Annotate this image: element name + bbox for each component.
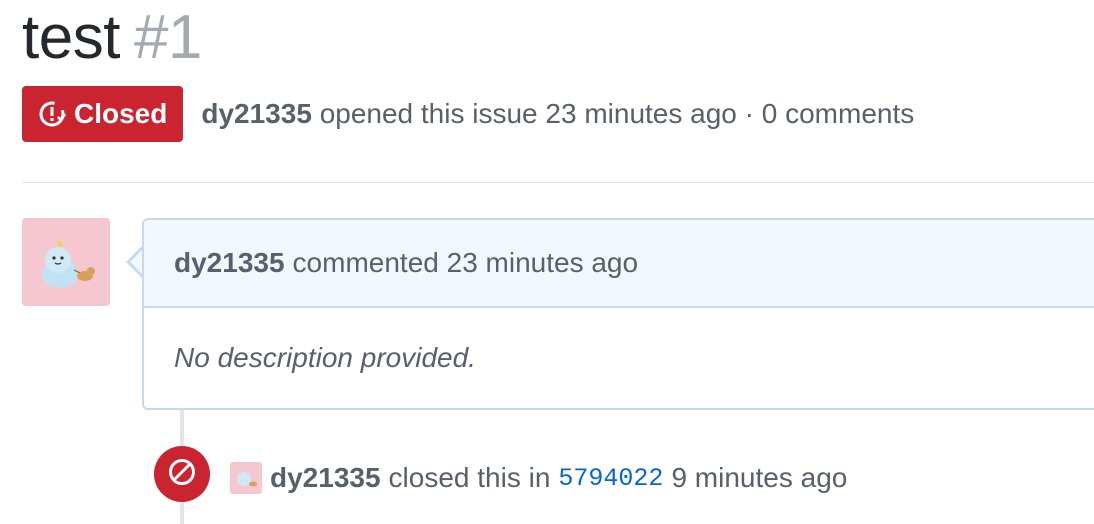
issue-page: test #1 Closed dy21335 opened this issue … — [0, 0, 1094, 524]
issue-number: #1 — [133, 3, 202, 72]
event-time-text: 9 minutes ago — [671, 462, 848, 493]
comment-header: dy21335 commented 23 minutes ago — [144, 220, 1094, 308]
header-divider — [22, 182, 1094, 183]
close-event: dy21335 closed this in 5794022 9 minutes… — [230, 460, 847, 496]
avatar-illustration — [22, 218, 110, 306]
issue-meta-text: dy21335 opened this issue 23 minutes ago… — [201, 98, 914, 130]
state-badge-label: Closed — [74, 98, 168, 129]
comment-author-link[interactable]: dy21335 — [174, 247, 285, 279]
state-badge: Closed — [22, 86, 184, 142]
issue-meta: Closed dy21335 opened this issue 23 minu… — [22, 86, 914, 142]
event-author-link[interactable]: dy21335 — [270, 462, 381, 494]
issue-title-text: test — [22, 3, 120, 72]
issue-closed-icon — [38, 100, 66, 128]
issue-title: test #1 — [22, 2, 202, 74]
event-action-text: closed this in — [388, 462, 551, 493]
issue-author-link[interactable]: dy21335 — [201, 98, 312, 129]
avatar[interactable] — [22, 218, 110, 306]
issue-opened-text: opened this issue 23 minutes ago · 0 com… — [319, 98, 915, 129]
comment-header-text: commented 23 minutes ago — [292, 247, 639, 278]
comment-box: dy21335 commented 23 minutes ago No desc… — [142, 218, 1094, 410]
commit-link[interactable]: 5794022 — [558, 464, 663, 493]
event-avatar[interactable] — [230, 462, 262, 494]
comment-body: No description provided. — [174, 342, 476, 373]
circle-slash-icon — [167, 457, 197, 492]
event-badge — [154, 446, 210, 502]
